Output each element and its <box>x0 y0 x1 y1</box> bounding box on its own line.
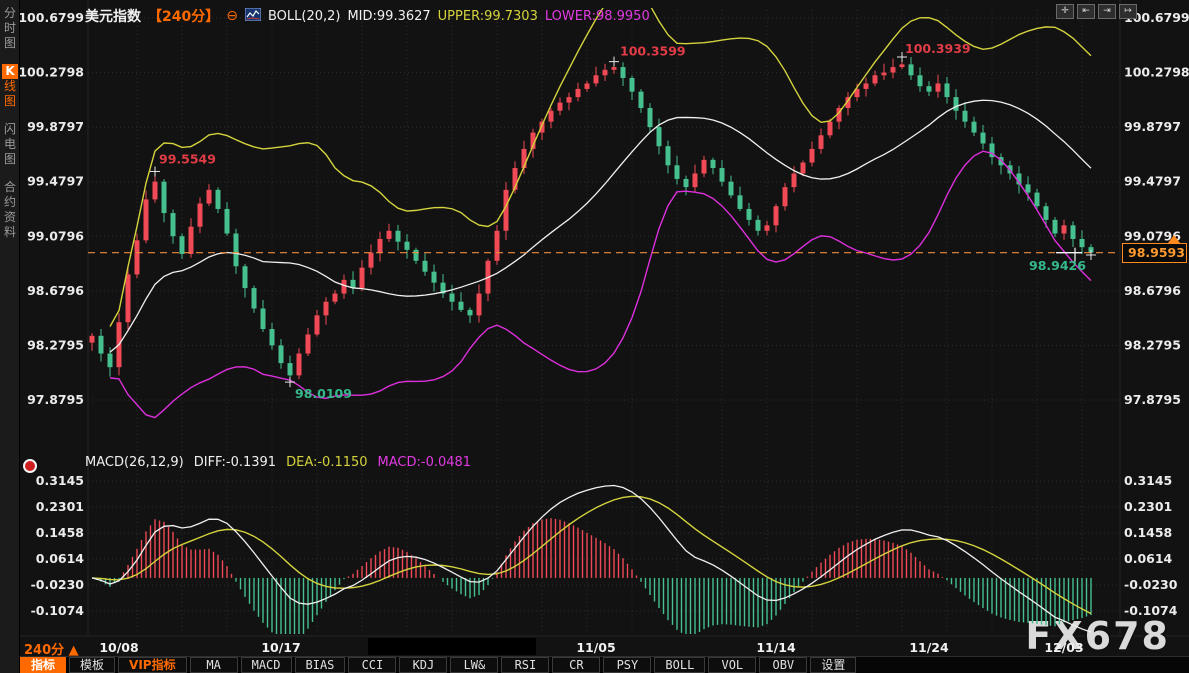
indicator-button-kdj[interactable]: KDJ <box>399 657 447 673</box>
svg-text:99.4797: 99.4797 <box>1124 174 1181 189</box>
boll-lower-value: LOWER:98.9950 <box>545 9 650 24</box>
indicator-button-macd[interactable]: MACD <box>241 657 292 673</box>
macd-param-label: MACD(26,12,9) <box>85 455 184 470</box>
svg-text:97.8795: 97.8795 <box>1124 392 1181 407</box>
svg-text:99.4797: 99.4797 <box>27 174 84 189</box>
svg-text:100.2798: 100.2798 <box>1124 65 1189 80</box>
compress-right-icon[interactable]: ⇥ <box>1098 4 1116 19</box>
svg-text:99.0796: 99.0796 <box>27 228 84 243</box>
price-up-arrow-icon <box>1168 235 1180 243</box>
svg-text:98.6796: 98.6796 <box>27 283 84 298</box>
indicator-button-lw[interactable]: LW& <box>450 657 498 673</box>
svg-text:98.9426: 98.9426 <box>1029 258 1086 273</box>
svg-text:0.3145: 0.3145 <box>1124 473 1172 488</box>
svg-text:11/24: 11/24 <box>909 640 949 655</box>
indicator-button-cci[interactable]: CCI <box>348 657 396 673</box>
collapse-icon[interactable]: ⊖ <box>226 9 238 23</box>
candles-layer <box>90 57 1094 382</box>
bottom-toolbar: 指标 模板 VIP指标 MAMACDBIASCCIKDJLW&RSICRPSYB… <box>20 656 1189 673</box>
sidebar-tab-contract-info[interactable]: 合约资料 <box>0 180 20 240</box>
svg-text:10/08: 10/08 <box>99 640 138 655</box>
macd-dea-value: DEA:-0.1150 <box>286 455 367 470</box>
settings-button[interactable]: 设置 <box>810 657 856 673</box>
svg-text:-0.0230: -0.0230 <box>1124 577 1178 592</box>
price-badge: 98.9593 <box>1122 243 1187 263</box>
svg-text:-0.1074: -0.1074 <box>31 603 85 618</box>
svg-text:0.1458: 0.1458 <box>36 525 84 540</box>
svg-text:97.8795: 97.8795 <box>27 392 84 407</box>
svg-text:100.6799: 100.6799 <box>18 10 84 25</box>
svg-text:0.2301: 0.2301 <box>36 499 84 514</box>
sidebar-tab-flash-chart[interactable]: 闪电图 <box>0 122 20 167</box>
axis-tools: ✛ ⇤ ⇥ ↦ <box>1056 4 1137 19</box>
indicator-button-group: MAMACDBIASCCIKDJLW&RSICRPSYBOLLVOLOBV <box>190 657 811 673</box>
sidebar-tab-time-chart[interactable]: 分时图 <box>0 6 20 51</box>
chart-thumbnail-icon[interactable] <box>245 8 261 25</box>
macd-macd-value: MACD:-0.0481 <box>378 455 472 470</box>
svg-text:100.2798: 100.2798 <box>18 65 84 80</box>
macd-header: MACD(26,12,9) DIFF:-0.1391 DEA:-0.1150 M… <box>85 454 471 470</box>
pan-icon[interactable]: ✛ <box>1056 4 1074 19</box>
svg-text:98.6796: 98.6796 <box>1124 283 1181 298</box>
svg-text:98.2795: 98.2795 <box>1124 337 1181 352</box>
svg-text:100.3939: 100.3939 <box>905 41 971 56</box>
svg-text:12/03: 12/03 <box>1044 640 1083 655</box>
svg-text:98.2795: 98.2795 <box>27 337 84 352</box>
svg-text:0.1458: 0.1458 <box>1124 525 1172 540</box>
tab-vip-indicators[interactable]: VIP指标 <box>118 657 187 673</box>
svg-text:100.3599: 100.3599 <box>620 44 686 59</box>
annotations-layer: 99.5549 98.0109 100.3599 100.3939 98.9426 <box>150 41 1096 401</box>
indicator-button-obv[interactable]: OBV <box>759 657 807 673</box>
compress-left-icon[interactable]: ⇤ <box>1077 4 1095 19</box>
tab-templates[interactable]: 模板 <box>69 657 115 673</box>
svg-text:0.0614: 0.0614 <box>36 551 85 566</box>
boll-upper-value: UPPER:99.7303 <box>438 9 538 24</box>
tab-indicators[interactable]: 指标 <box>20 657 66 673</box>
svg-text:0.0614: 0.0614 <box>1124 551 1173 566</box>
svg-text:11/05: 11/05 <box>576 640 615 655</box>
indicator-button-rsi[interactable]: RSI <box>501 657 549 673</box>
symbol-title: 美元指数 <box>85 6 141 26</box>
svg-text:10/17: 10/17 <box>261 640 300 655</box>
svg-text:98.0109: 98.0109 <box>295 386 352 401</box>
indicator-button-vol[interactable]: VOL <box>708 657 756 673</box>
macd-layer <box>92 485 1091 644</box>
chart-canvas[interactable]: FX678100.6799100.6799100.2798100.279899.… <box>0 0 1189 673</box>
svg-text:99.8797: 99.8797 <box>27 119 84 134</box>
svg-text:0.3145: 0.3145 <box>36 473 84 488</box>
svg-text:99.5549: 99.5549 <box>159 151 216 166</box>
indicator-button-psy[interactable]: PSY <box>603 657 651 673</box>
boll-mid-value: MID:99.3627 <box>347 9 430 24</box>
kline-tab-rest: 线图 <box>4 79 16 108</box>
indicator-button-bias[interactable]: BIAS <box>295 657 346 673</box>
sidebar-tab-kline-chart[interactable]: K线图 <box>0 64 20 109</box>
indicator-settings-icon[interactable] <box>23 459 37 473</box>
chart-header: 美元指数【240分】 ⊖ BOLL(20,2) MID:99.3627 UPPE… <box>85 7 650 25</box>
period-label: 【240分】 <box>148 6 219 26</box>
svg-text:-0.1074: -0.1074 <box>1124 603 1178 618</box>
price-badge-value: 98.9593 <box>1128 245 1185 260</box>
timeline-scrollbar-thumb[interactable] <box>368 638 536 655</box>
indicator-button-boll[interactable]: BOLL <box>654 657 705 673</box>
shift-right-icon[interactable]: ↦ <box>1119 4 1137 19</box>
kline-tab-head: K <box>2 64 18 79</box>
boll-param-label: BOLL(20,2) <box>268 9 341 24</box>
svg-text:-0.0230: -0.0230 <box>31 577 85 592</box>
boll-layer <box>110 0 1091 418</box>
app-window: 分时图 K线图 闪电图 合约资料 FX678100.6799100.679910… <box>0 0 1189 673</box>
left-sidebar: 分时图 K线图 闪电图 合约资料 <box>0 0 20 673</box>
svg-text:99.8797: 99.8797 <box>1124 119 1181 134</box>
indicator-button-cr[interactable]: CR <box>552 657 600 673</box>
indicator-button-ma[interactable]: MA <box>190 657 238 673</box>
macd-diff-value: DIFF:-0.1391 <box>194 455 276 470</box>
svg-text:0.2301: 0.2301 <box>1124 499 1172 514</box>
svg-text:11/14: 11/14 <box>756 640 796 655</box>
